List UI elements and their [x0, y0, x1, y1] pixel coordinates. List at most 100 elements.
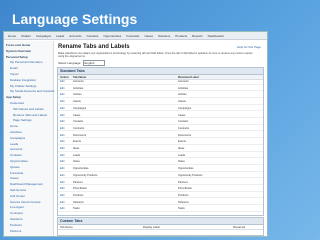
sidebar-item[interactable]: Service Cloud Console — [10, 200, 41, 204]
edit-link[interactable]: Edit — [60, 100, 64, 104]
tab-name-cell: Notes — [73, 160, 80, 164]
tab-opportunities[interactable]: Opportunities — [101, 32, 123, 39]
renamed-label-cell: Contracts — [178, 126, 190, 130]
tab-forecasts[interactable]: Forecasts — [124, 32, 141, 39]
tab-name-cell: Tasks — [73, 207, 80, 211]
tab-name-cell: Articles — [73, 93, 82, 97]
sidebar-item[interactable]: Partners — [10, 229, 21, 233]
sidebar-item[interactable]: Page Settings — [13, 118, 32, 122]
sidebar-item[interactable]: Products — [10, 223, 22, 227]
renamed-label-cell: Leads — [178, 153, 186, 157]
sidebar-item[interactable]: Home — [10, 124, 18, 128]
tab-cases[interactable]: Cases — [142, 32, 155, 39]
table-row: Edit Solutions Solutions — [58, 201, 263, 206]
edit-link[interactable]: Edit — [60, 147, 64, 151]
sidebar-item[interactable]: Call Center — [10, 194, 25, 198]
main-content: Rename Tabs and Labels Help for this Pag… — [55, 41, 265, 236]
edit-link[interactable]: Edit — [60, 134, 64, 138]
sidebar-item[interactable]: Self-Service — [10, 188, 26, 192]
sidebar-item[interactable]: Leads — [10, 142, 18, 146]
sidebar-item[interactable]: Campaigns — [10, 136, 25, 140]
sidebar-item[interactable]: Tab Names and Labels — [13, 107, 44, 111]
sidebar-item[interactable]: Live Agent — [10, 205, 24, 209]
language-select[interactable]: English — [82, 60, 105, 66]
edit-link[interactable]: Edit — [60, 127, 64, 131]
edit-link[interactable]: Edit — [60, 160, 64, 164]
edit-link[interactable]: Edit — [60, 80, 64, 84]
tab-products[interactable]: Products — [173, 32, 189, 39]
renamed-label-cell: Assets — [178, 100, 186, 104]
edit-link[interactable]: Edit — [60, 207, 64, 211]
edit-link[interactable]: Edit — [60, 107, 64, 111]
sidebar-item[interactable]: Contracts — [10, 211, 23, 215]
tab-contacts[interactable]: Contacts — [85, 32, 101, 39]
edit-link[interactable]: Edit — [60, 194, 64, 198]
tab-accounts[interactable]: Accounts — [67, 32, 83, 39]
sidebar-item[interactable]: Import — [10, 72, 19, 76]
screenshot-panel: Home Chatter Campaigns Leads Accounts Contact… — [3, 31, 268, 237]
sidebar-item[interactable]: Dashboard Management — [10, 182, 43, 186]
table-row: Edit Contacts Contacts — [58, 120, 263, 125]
sidebar-item[interactable]: Contacts — [10, 153, 22, 157]
tab-chatter[interactable]: Chatter — [19, 32, 33, 39]
edit-link[interactable]: Edit — [60, 201, 64, 205]
edit-link[interactable]: Edit — [60, 87, 64, 91]
tab-leads[interactable]: Leads — [54, 32, 66, 39]
edit-link[interactable]: Edit — [60, 181, 64, 185]
table-row: Edit Contracts Contracts — [58, 127, 263, 132]
tab-name-cell: Documents — [73, 133, 87, 137]
edit-link[interactable]: Edit — [60, 154, 64, 158]
edit-link[interactable]: Edit — [60, 174, 64, 178]
tab-solutions[interactable]: Solutions — [156, 32, 172, 39]
table-row: Edit Cases Cases — [58, 113, 263, 118]
edit-link[interactable]: Edit — [60, 167, 64, 171]
tab-name-cell: Opportunities — [73, 167, 89, 171]
sidebar-item[interactable]: Accounts — [10, 147, 22, 151]
renamed-label-cell: Products — [178, 193, 189, 197]
tab-name-cell: Campaigns — [73, 106, 87, 110]
sidebar-item: App Setup — [6, 95, 21, 100]
edit-link[interactable]: Edit — [60, 187, 64, 191]
edit-link[interactable]: Edit — [60, 93, 64, 97]
renamed-label-cell: Cases — [178, 113, 186, 117]
sidebar-item[interactable]: My Social Accounts and Contacts — [10, 89, 55, 93]
sidebar-item[interactable]: Desktop Integration — [10, 78, 36, 82]
tab-name-cell: Events — [73, 140, 81, 144]
sidebar-item[interactable]: Quotes — [10, 165, 20, 169]
table-row: Edit Events Events — [58, 140, 263, 145]
sidebar-item[interactable]: Email — [10, 66, 18, 70]
setup-sidebar: Force.com Home System Overview Personal Se… — [4, 41, 55, 236]
table-row: Edit Opportunity Products Opportunity Prod… — [58, 174, 263, 179]
tab-campaigns[interactable]: Campaigns — [34, 32, 53, 39]
sidebar-item[interactable]: My Chatter Settings — [10, 84, 36, 88]
edit-link[interactable]: Edit — [60, 114, 64, 118]
table-row: Edit Campaigns Campaigns — [58, 107, 263, 112]
help-link[interactable]: Help for this Page — [237, 45, 261, 49]
standard-tabs-section: Standard Tabs Action Tab Name Renamed La… — [57, 67, 264, 216]
edit-link[interactable]: Edit — [60, 120, 64, 124]
renamed-label-cell: Ideas — [178, 147, 185, 150]
sidebar-item[interactable]: My Personal Information — [10, 60, 43, 64]
sidebar-item[interactable]: Opportunities — [10, 159, 28, 163]
custom-tabs-section: Custom Tabs Tab Name Display Label Renam… — [57, 217, 264, 236]
tab-name-cell: Contacts — [73, 120, 84, 124]
sidebar-item[interactable]: Customize — [10, 101, 24, 105]
tab-home[interactable]: Home — [6, 32, 18, 39]
edit-link[interactable]: Edit — [60, 140, 64, 144]
sidebar-item[interactable]: Solutions — [10, 217, 22, 221]
sidebar-item[interactable]: Activities — [10, 130, 22, 134]
sidebar-item[interactable]: Forecasts — [10, 171, 23, 175]
sidebar-item[interactable]: Rename Tabs and Labels — [13, 113, 47, 117]
tab-name-cell: Activities — [73, 86, 84, 90]
tab-dashboards[interactable]: Dashboards — [206, 32, 226, 39]
table-row: Edit Tasks Tasks — [58, 207, 263, 212]
tab-reports[interactable]: Reports — [190, 32, 205, 39]
table-row: Edit Leads Leads — [58, 154, 263, 159]
language-label: Select Language — [58, 61, 81, 65]
page-title: Rename Tabs and Labels — [58, 44, 130, 50]
sidebar-item[interactable]: Cases — [10, 176, 19, 180]
renamed-label-cell: Opportunities — [178, 167, 194, 171]
tab-bar: Home Chatter Campaigns Leads Accounts Contact… — [4, 32, 267, 40]
table-row: Edit Price Books Price Books — [58, 187, 263, 192]
table-row: Edit Partners Partners — [58, 181, 263, 185]
